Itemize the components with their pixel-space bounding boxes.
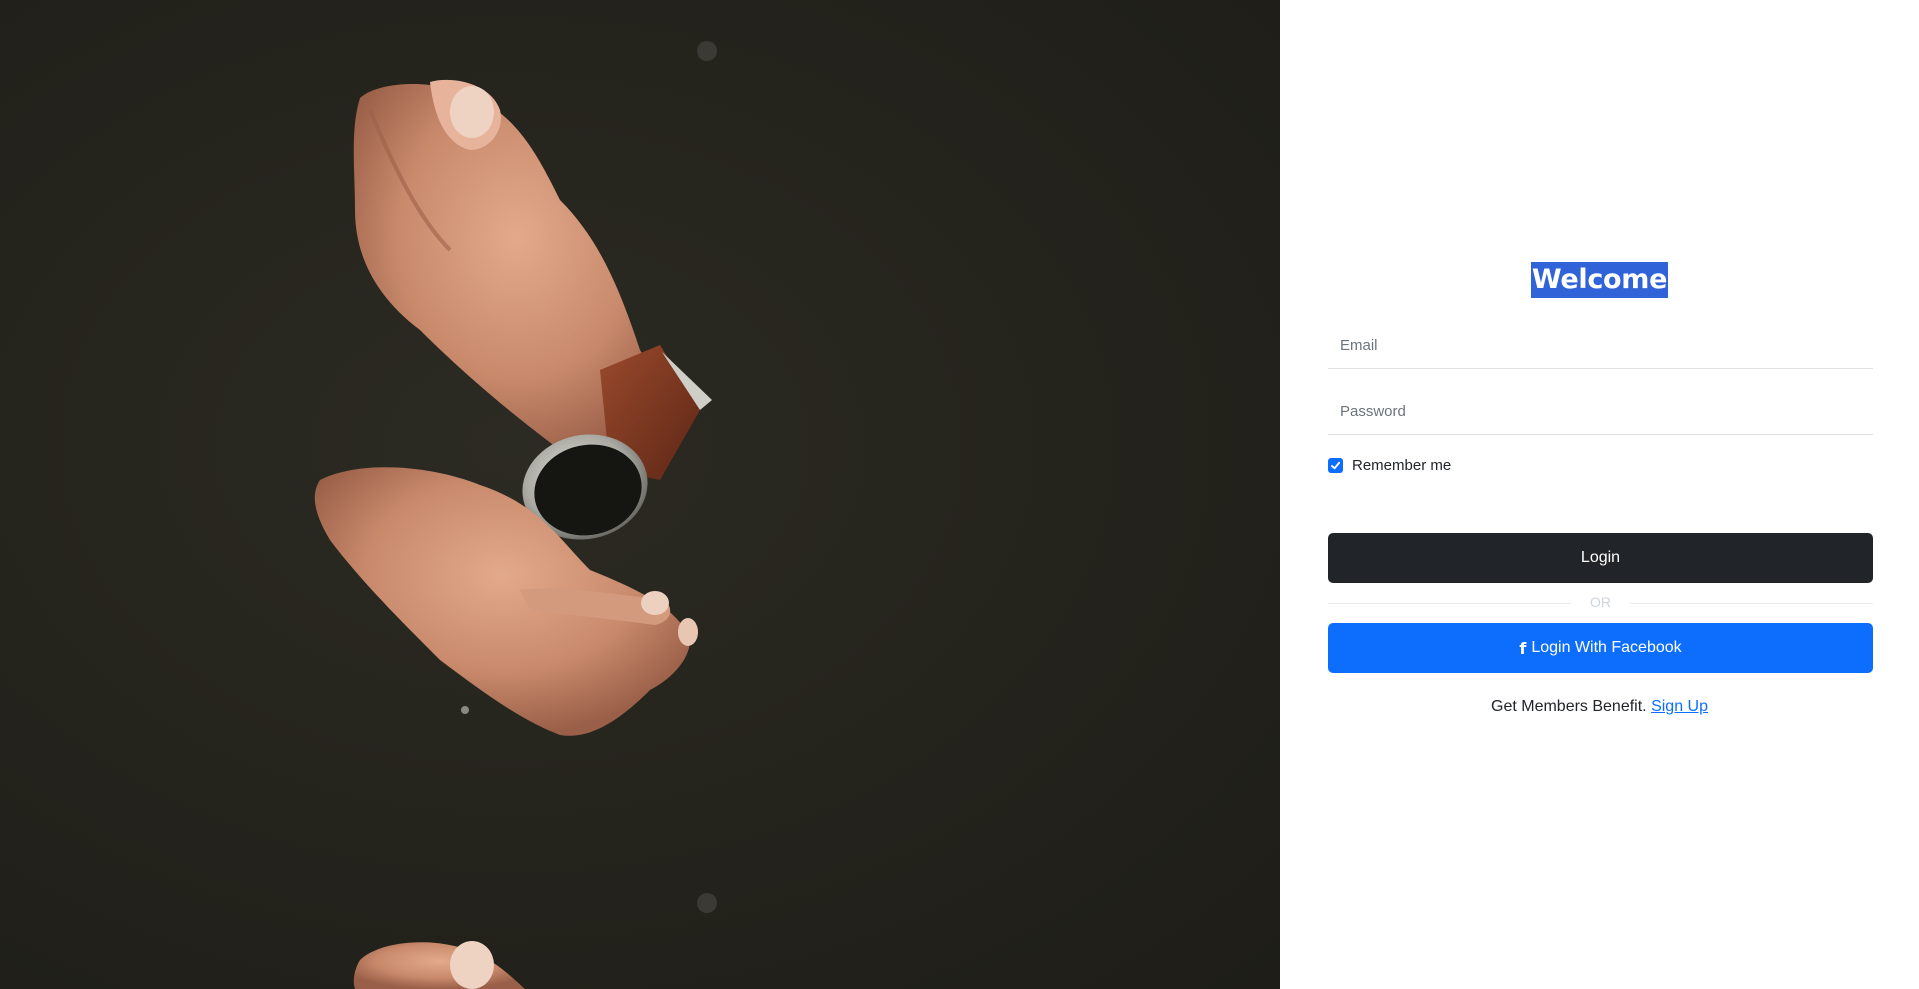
page-title: Welcome	[1530, 262, 1669, 298]
facebook-button-label: Login With Facebook	[1531, 639, 1682, 656]
signup-prefix: Get Members Benefit.	[1491, 698, 1647, 715]
login-button-label: Login	[1580, 549, 1621, 566]
hero-image	[0, 0, 1280, 989]
hands-watch-illustration	[314, 41, 717, 989]
signup-link[interactable]: Sign Up	[1651, 698, 1708, 715]
login-panel: Welcome Remember me Login OR f Login Wit…	[1280, 0, 1919, 989]
login-button[interactable]: Login	[1328, 533, 1873, 583]
check-icon	[1330, 461, 1341, 469]
facebook-login-button[interactable]: f Login With Facebook	[1328, 623, 1873, 673]
remember-me-label: Remember me	[1352, 456, 1452, 474]
or-divider: OR	[1328, 593, 1873, 613]
email-field[interactable]	[1328, 323, 1873, 369]
remember-me-checkbox[interactable]	[1328, 457, 1343, 473]
divider-text: OR	[1590, 594, 1611, 610]
remember-me-row[interactable]: Remember me	[1328, 455, 1451, 475]
facebook-icon: f	[1519, 638, 1527, 658]
title-container: Welcome	[1280, 262, 1919, 298]
password-field[interactable]	[1328, 389, 1873, 435]
login-page: Welcome Remember me Login OR f Login Wit…	[0, 0, 1919, 989]
signup-prompt: Get Members Benefit. Sign Up	[1280, 698, 1919, 716]
divider-line-right	[1630, 603, 1873, 604]
